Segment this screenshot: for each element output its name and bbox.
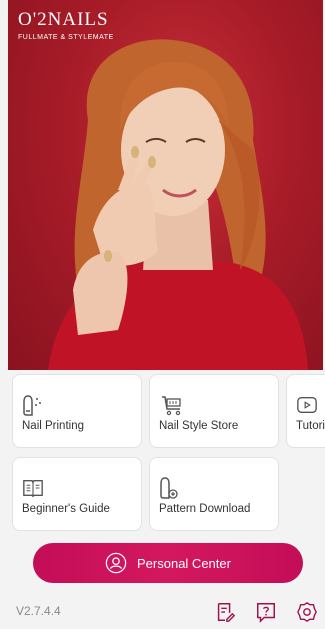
brand-logo: O'2NAILS FULLMATE & STYLEMATE [18,9,114,42]
user-icon [105,552,127,574]
tile-nail-printing[interactable]: Nail Printing [12,374,142,448]
personal-center-button[interactable]: Personal Center [33,543,303,583]
book-icon [23,479,43,498]
nail-printing-icon [23,395,41,416]
edit-note-icon[interactable] [214,601,236,623]
play-icon [297,396,317,414]
tile-beginners-guide[interactable]: Beginner's Guide [12,457,142,531]
model-illustration [48,39,308,370]
app-version: V2.7.4.4 [16,604,61,618]
hero-image: O'2NAILS FULLMATE & STYLEMATE [8,0,323,370]
brand-title: O'2NAILS [18,9,109,30]
tile-label: Nail Printing [22,420,84,432]
pattern-download-icon [160,477,178,499]
tile-label: Pattern Download [159,503,251,515]
personal-center-label: Personal Center [137,555,231,571]
settings-icon[interactable] [296,601,318,623]
tile-label: Nail Style Store [159,420,239,432]
tile-label: Tutori [296,420,325,432]
tile-pattern-download[interactable]: Pattern Download [149,457,279,531]
cart-icon [162,396,181,416]
tile-label: Beginner's Guide [22,503,110,515]
brand-subtitle: FULLMATE & STYLEMATE [18,34,114,41]
feature-grid: Nail Printing Nail Style Store Tutori Be… [0,374,325,534]
help-icon[interactable] [255,601,277,623]
tile-nail-style-store[interactable]: Nail Style Store [149,374,279,448]
tile-tutorial[interactable]: Tutori [286,374,325,448]
